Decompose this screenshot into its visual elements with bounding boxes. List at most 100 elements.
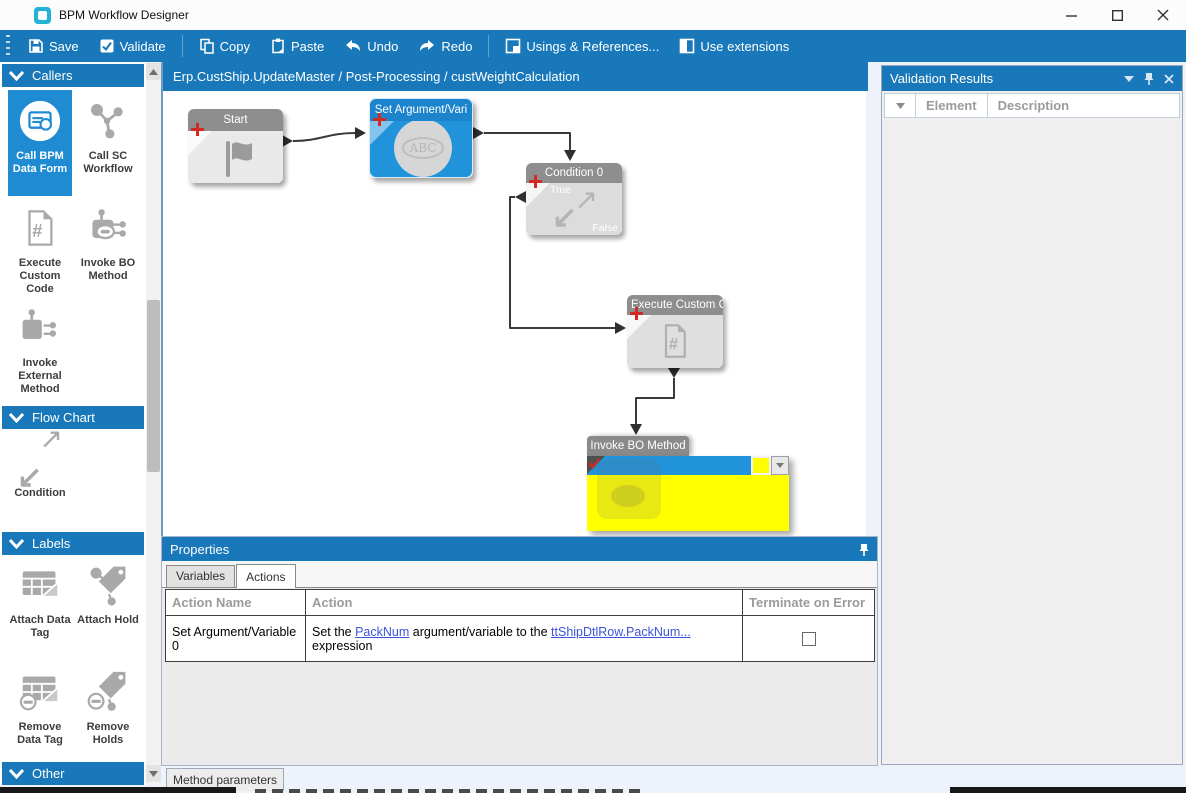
tab-actions[interactable]: Actions xyxy=(236,564,295,588)
validation-column-headers: Element Description xyxy=(884,93,1180,118)
maximize-button[interactable] xyxy=(1094,0,1140,30)
redo-button[interactable]: Redo xyxy=(408,30,482,62)
flag-icon xyxy=(216,137,260,181)
validate-label: Validate xyxy=(120,39,166,54)
filter-dropdown-button[interactable] xyxy=(885,103,915,109)
add-marker-icon[interactable] xyxy=(630,307,643,320)
ttshipdtlrow-link[interactable]: ttShipDtlRow.PackNum... xyxy=(551,625,691,639)
action-cell: Set the PackNum argument/variable to the… xyxy=(306,616,743,662)
validate-button[interactable]: Validate xyxy=(89,30,176,62)
toolbox-item-invoke-bo-method[interactable]: Invoke BO Method xyxy=(76,205,140,283)
close-icon[interactable] xyxy=(1164,74,1174,84)
toolbox-item-condition[interactable]: ↗↙ Condition xyxy=(8,435,72,500)
chevron-down-icon xyxy=(9,71,24,81)
validation-title: Validation Results xyxy=(890,71,993,86)
dropdown-button[interactable] xyxy=(771,456,789,475)
sc-workflow-icon xyxy=(85,98,131,144)
arrow-down-icon xyxy=(149,771,158,777)
use-extensions-button[interactable]: Use extensions xyxy=(669,30,799,62)
invoke-external-icon xyxy=(17,305,63,351)
node-condition[interactable]: Condition 0 True False ↗↙ xyxy=(526,163,622,235)
properties-tab-strip: Variables Actions xyxy=(162,561,877,588)
copy-button[interactable]: Copy xyxy=(189,30,260,62)
window-position-icon[interactable] xyxy=(1124,76,1134,82)
usings-references-label: Usings & References... xyxy=(526,39,659,54)
toolbox-item-remove-data-tag[interactable]: Remove Data Tag xyxy=(8,669,72,747)
toolbox-item-call-bpm-data-form[interactable]: Call BPM Data Form xyxy=(8,90,72,196)
minimize-button[interactable] xyxy=(1048,0,1094,30)
chevron-down-icon xyxy=(9,413,24,423)
pin-icon[interactable] xyxy=(859,543,869,556)
column-action-name: Action Name xyxy=(166,590,306,616)
item-label: Call BPM Data Form xyxy=(13,150,67,175)
item-label: Execute Custom Code xyxy=(19,257,61,295)
node-set-argument[interactable]: Set Argument/Vari ABC xyxy=(369,98,473,178)
toolbox-item-call-sc-workflow[interactable]: Call SC Workflow xyxy=(76,98,140,176)
section-label: Other xyxy=(32,766,65,781)
terminate-checkbox[interactable] xyxy=(802,632,816,646)
arrow-up-icon xyxy=(149,69,158,75)
section-header-other[interactable]: Other xyxy=(2,762,144,785)
column-element[interactable]: Element xyxy=(916,98,987,113)
undo-button[interactable]: Undo xyxy=(334,30,408,62)
column-description[interactable]: Description xyxy=(988,98,1080,113)
column-action: Action xyxy=(306,590,743,616)
title-bar: BPM Workflow Designer xyxy=(0,0,1186,30)
custom-code-icon: # xyxy=(657,320,693,362)
usings-references-button[interactable]: Usings & References... xyxy=(495,30,669,62)
action-text: expression xyxy=(312,639,372,653)
remove-holds-icon xyxy=(85,669,131,715)
add-marker-icon[interactable] xyxy=(529,175,542,188)
node-execute-custom-code[interactable]: Execute Custom Co # xyxy=(627,295,723,368)
properties-header[interactable]: Properties xyxy=(162,537,877,561)
node-invoke-bo[interactable] xyxy=(587,456,789,531)
abc-text: ABC xyxy=(402,137,445,159)
tab-variables[interactable]: Variables xyxy=(166,565,235,587)
undo-icon xyxy=(344,39,362,53)
add-marker-icon[interactable] xyxy=(191,123,204,136)
chevron-down-icon xyxy=(9,769,24,779)
toolbar-grip[interactable] xyxy=(6,35,10,57)
redo-icon xyxy=(418,39,436,53)
node-start[interactable]: Start xyxy=(188,109,283,183)
add-marker-icon[interactable] xyxy=(373,113,386,126)
custom-code-icon: # xyxy=(17,205,63,251)
maximize-icon xyxy=(1112,10,1123,21)
redo-label: Redo xyxy=(441,39,472,54)
section-header-flow-chart[interactable]: Flow Chart xyxy=(2,406,144,429)
selected-cell[interactable] xyxy=(751,456,771,475)
pin-icon[interactable] xyxy=(1144,72,1154,85)
chevron-down-icon xyxy=(896,103,905,109)
toolbar-separator xyxy=(488,35,489,57)
section-header-callers[interactable]: Callers xyxy=(2,64,144,87)
table-row[interactable]: Set Argument/Variable 0 Set the PackNum … xyxy=(166,616,875,662)
remove-data-tag-icon xyxy=(17,669,63,715)
toolbox-item-execute-custom-code[interactable]: # Execute Custom Code xyxy=(8,205,72,296)
save-button[interactable]: Save xyxy=(18,30,89,62)
workflow-canvas[interactable]: Erp.CustShip.UpdateMaster / Post-Process… xyxy=(161,62,866,536)
scroll-up-button[interactable] xyxy=(146,63,161,80)
abc-icon: ABC xyxy=(394,121,452,177)
toolbox-item-attach-data-tag[interactable]: Attach Data Tag xyxy=(8,562,72,640)
window-title: BPM Workflow Designer xyxy=(59,8,189,22)
packnum-link[interactable]: PackNum xyxy=(355,625,409,639)
toolbox-item-attach-hold[interactable]: Attach Hold xyxy=(76,562,140,627)
toolbox-item-invoke-external-method[interactable]: Invoke External Method xyxy=(8,305,72,396)
toolbox-item-remove-holds[interactable]: Remove Holds xyxy=(76,669,140,747)
item-label: Invoke External Method xyxy=(18,357,61,395)
chevron-down-icon xyxy=(776,463,784,468)
close-button[interactable] xyxy=(1140,0,1186,30)
condition-icon: ↗↙ xyxy=(17,435,63,481)
app-logo-icon xyxy=(34,7,51,24)
paste-button[interactable]: Paste xyxy=(260,30,334,62)
section-header-labels[interactable]: Labels xyxy=(2,532,144,555)
scroll-down-button[interactable] xyxy=(146,765,161,782)
paste-icon xyxy=(270,38,286,54)
app-window: BPM Workflow Designer Save Validate C xyxy=(0,0,1186,793)
validation-header[interactable]: Validation Results xyxy=(882,66,1182,91)
node-invoke-bo-title-tab[interactable]: Invoke BO Method xyxy=(587,436,689,456)
sidebar-scrollbar[interactable] xyxy=(146,62,161,785)
scroll-thumb[interactable] xyxy=(147,300,160,472)
validation-results-panel: Validation Results Element Description xyxy=(881,65,1183,765)
main-toolbar: Save Validate Copy Paste Undo Redo Using… xyxy=(0,30,1186,62)
